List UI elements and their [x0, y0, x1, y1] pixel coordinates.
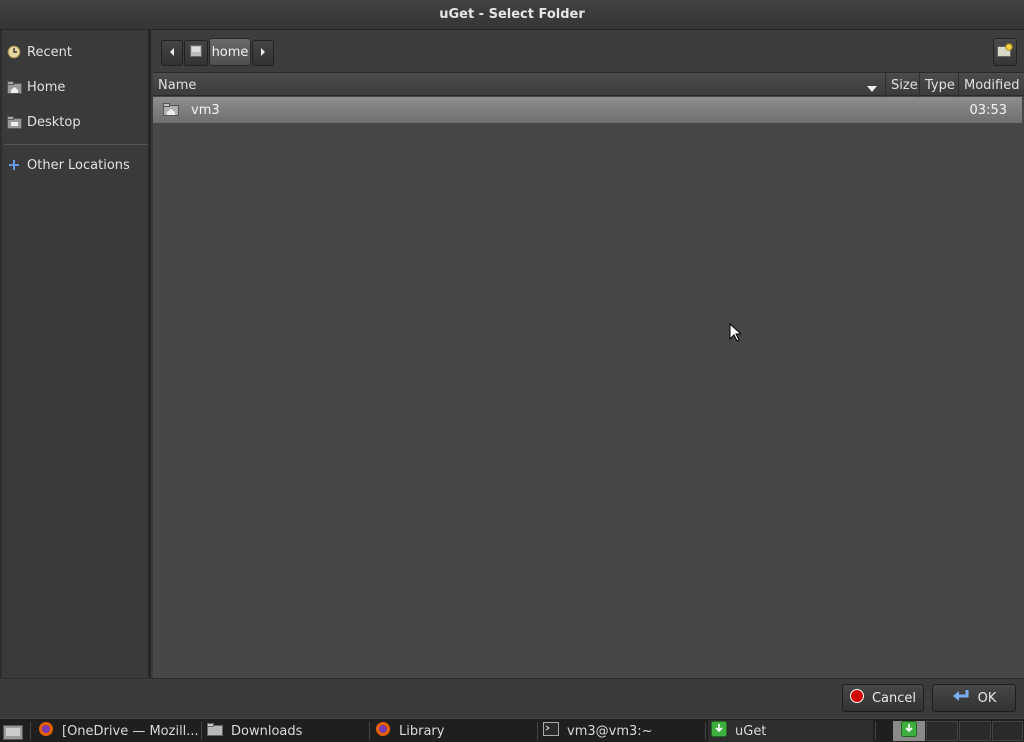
title-bar: uGet - Select Folder [0, 0, 1024, 30]
file-row[interactable]: vm3 03:53 [153, 97, 1022, 123]
column-name-label: Name [158, 77, 197, 93]
workspace-switcher[interactable] [893, 721, 925, 741]
ok-button[interactable]: OK [932, 684, 1016, 712]
path-bar: home [153, 30, 1024, 72]
task-label: vm3@vm3:~ [567, 723, 653, 739]
folder-icon [163, 103, 179, 120]
folder-icon [207, 722, 223, 740]
file-chooser-main: home Name Size Type Modified vm3 03:53 [153, 30, 1024, 678]
column-header-name[interactable]: Name [153, 73, 886, 97]
taskbar-separator [30, 722, 31, 740]
drive-icon [190, 45, 202, 61]
taskbar-separator [369, 722, 370, 740]
sidebar-separator [4, 144, 148, 145]
sidebar-item-label: Recent [27, 44, 72, 60]
desktop-folder-icon [6, 114, 22, 130]
cancel-button-label: Cancel [871, 690, 917, 706]
create-folder-button[interactable] [993, 38, 1017, 66]
sidebar-item-label: Home [27, 79, 66, 95]
column-header-size[interactable]: Size [886, 73, 920, 97]
column-type-label: Type [925, 77, 955, 93]
plus-icon [6, 157, 22, 173]
new-folder-icon [997, 43, 1013, 61]
column-size-label: Size [891, 77, 918, 93]
task-terminal[interactable]: vm3@vm3:~ [543, 720, 703, 742]
file-modified: 03:53 [969, 102, 1007, 118]
task-onedrive[interactable]: [OneDrive — Mozill... [38, 720, 198, 742]
workspace-2[interactable] [926, 721, 958, 741]
chevron-right-icon [259, 46, 267, 61]
task-library[interactable]: Library [375, 720, 535, 742]
enter-arrow-icon [952, 689, 970, 707]
mouse-pointer-icon [729, 322, 743, 347]
taskbar-separator [705, 722, 706, 740]
task-label: Library [399, 723, 445, 739]
task-label: Downloads [231, 723, 303, 739]
task-downloads[interactable]: Downloads [207, 720, 367, 742]
path-forward-button[interactable] [252, 40, 274, 66]
dialog-action-bar: Cancel OK [0, 678, 1024, 718]
taskbar-separator [875, 722, 876, 740]
taskbar-separator [537, 722, 538, 740]
sidebar-item-other-locations[interactable]: Other Locations [6, 153, 146, 177]
sort-down-icon [867, 81, 877, 96]
sidebar-item-label: Other Locations [27, 157, 130, 173]
clock-icon [6, 44, 22, 60]
taskbar-separator [201, 722, 202, 740]
taskbar: [OneDrive — Mozill... Downloads Library … [0, 718, 1024, 742]
sidebar-item-desktop[interactable]: Desktop [6, 110, 146, 134]
uget-tray-icon [901, 721, 917, 741]
sidebar-item-recent[interactable]: Recent [6, 40, 146, 64]
column-header-modified[interactable]: Modified [959, 73, 1022, 97]
places-sidebar: Recent Home Desktop Other Locations [0, 30, 151, 678]
home-folder-icon [6, 79, 22, 95]
task-label: uGet [735, 723, 767, 739]
cancel-icon [849, 689, 864, 707]
firefox-icon [375, 721, 391, 741]
column-header-bar: Name Size Type Modified [153, 72, 1024, 97]
column-header-type[interactable]: Type [920, 73, 959, 97]
ok-button-label: OK [977, 690, 997, 706]
terminal-icon [543, 722, 559, 740]
show-desktop-icon[interactable] [3, 722, 23, 742]
uget-icon [711, 721, 727, 741]
window-title: uGet - Select Folder [439, 7, 585, 22]
workspace-3[interactable] [959, 721, 991, 741]
sidebar-item-label: Desktop [27, 114, 81, 130]
task-label: [OneDrive — Mozill... [62, 723, 198, 739]
firefox-icon [38, 721, 54, 741]
path-crumb-home[interactable]: home [209, 38, 251, 66]
path-root-button[interactable] [184, 40, 208, 66]
cancel-button[interactable]: Cancel [842, 684, 924, 712]
chevron-left-icon [168, 46, 176, 61]
path-back-button[interactable] [161, 40, 183, 66]
file-name: vm3 [191, 102, 220, 118]
column-modified-label: Modified [964, 77, 1020, 93]
workspace-4[interactable] [992, 721, 1023, 741]
task-uget[interactable]: uGet [708, 720, 873, 742]
sidebar-item-home[interactable]: Home [6, 75, 146, 99]
